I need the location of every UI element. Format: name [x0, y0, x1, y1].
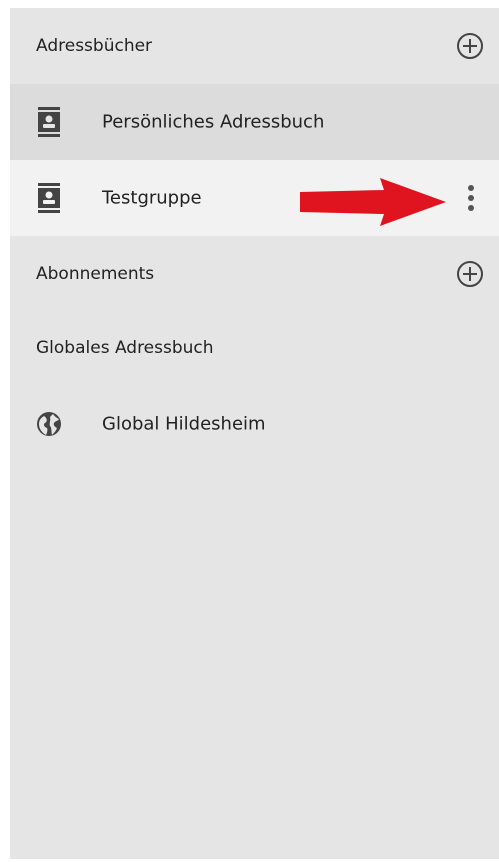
addressbook-item-testgruppe[interactable]: Testgruppe	[10, 160, 499, 236]
more-options-kebab-icon[interactable]	[465, 183, 477, 213]
section-header-addressbooks: Adressbücher	[10, 8, 499, 84]
add-subscription-plus-circle-icon[interactable]	[455, 259, 485, 289]
section-header-global: Globales Adressbuch	[10, 310, 499, 386]
contact-book-icon	[38, 183, 60, 213]
red-arrow-annotation-icon	[300, 178, 446, 226]
add-addressbook-plus-circle-icon[interactable]	[455, 31, 485, 61]
addressbook-label-global-hildesheim: Global Hildesheim	[102, 413, 266, 435]
section-title-subscriptions: Abonnements	[36, 264, 155, 284]
section-header-subscriptions: Abonnements	[10, 236, 499, 312]
contact-book-icon	[38, 107, 60, 137]
addressbook-item-personal[interactable]: Persönliches Adressbuch	[10, 84, 499, 160]
addressbook-label-personal: Persönliches Adressbuch	[102, 111, 325, 133]
addressbook-item-global-hildesheim[interactable]: Global Hildesheim	[10, 386, 499, 462]
globe-icon	[37, 412, 61, 436]
addressbook-sidebar: Adressbücher Persönliches Adressbuch Tes…	[10, 8, 499, 859]
addressbook-label-testgruppe: Testgruppe	[102, 187, 202, 209]
section-title-global: Globales Adressbuch	[36, 338, 214, 358]
section-title-addressbooks: Adressbücher	[36, 36, 153, 56]
